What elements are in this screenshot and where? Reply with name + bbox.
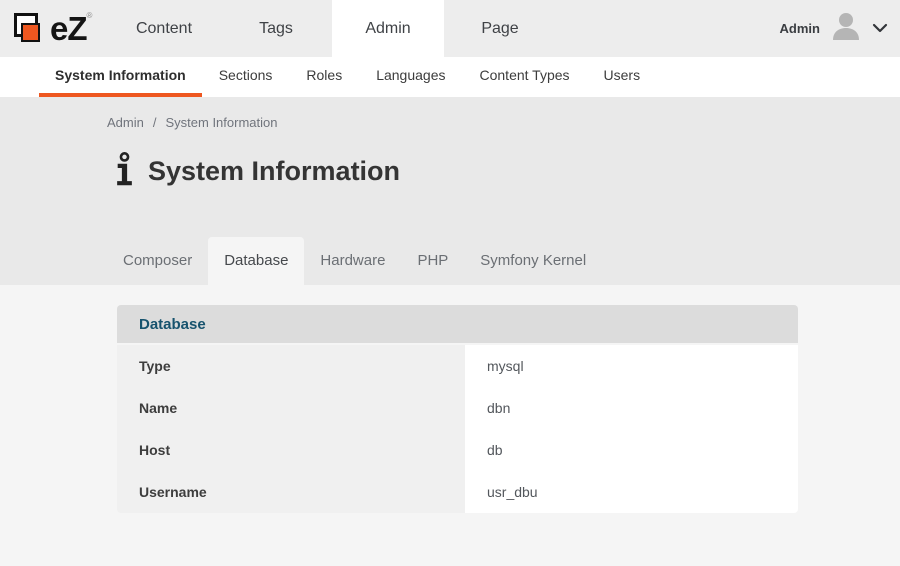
row-value-name: dbn xyxy=(465,387,798,429)
info-icon xyxy=(114,150,135,193)
page-title-row: System Information xyxy=(0,130,900,193)
row-label-host: Host xyxy=(117,429,465,471)
top-nav-item-page[interactable]: Page xyxy=(444,0,556,57)
tabs: Composer Database Hardware PHP Symfony K… xyxy=(0,237,602,285)
secondary-nav: System Information Sections Roles Langua… xyxy=(0,57,900,97)
row-label-username: Username xyxy=(117,471,465,513)
row-value-host: db xyxy=(465,429,798,471)
ez-logo[interactable]: eZ® xyxy=(0,0,108,57)
user-name: Admin xyxy=(780,21,820,36)
tab-hardware[interactable]: Hardware xyxy=(304,237,401,285)
secondary-nav-item-sections[interactable]: Sections xyxy=(202,57,290,97)
secondary-nav-item-roles[interactable]: Roles xyxy=(289,57,359,97)
tab-php[interactable]: PHP xyxy=(401,237,464,285)
ez-logo-icon xyxy=(14,12,44,46)
content-panel: Database Type mysql Name dbn Host db Use… xyxy=(0,305,900,566)
database-info-table: Database Type mysql Name dbn Host db Use… xyxy=(117,305,798,513)
secondary-nav-item-languages[interactable]: Languages xyxy=(359,57,462,97)
secondary-nav-item-users[interactable]: Users xyxy=(587,57,658,97)
row-label-name: Name xyxy=(117,387,465,429)
breadcrumb-item-admin[interactable]: Admin xyxy=(107,115,144,130)
user-menu[interactable]: Admin xyxy=(780,0,900,57)
secondary-nav-item-content-types[interactable]: Content Types xyxy=(463,57,587,97)
top-header: eZ® Content Tags Admin Page Admin xyxy=(0,0,900,57)
tab-symfony-kernel[interactable]: Symfony Kernel xyxy=(464,237,602,285)
row-value-username: usr_dbu xyxy=(465,471,798,513)
chevron-down-icon xyxy=(872,20,888,38)
tab-composer[interactable]: Composer xyxy=(107,237,208,285)
table-row: Type mysql xyxy=(117,345,798,387)
secondary-nav-item-system-information[interactable]: System Information xyxy=(39,57,202,97)
page-title: System Information xyxy=(148,156,400,187)
top-nav-item-tags[interactable]: Tags xyxy=(220,0,332,57)
table-row: Name dbn xyxy=(117,387,798,429)
table-header: Database xyxy=(117,305,798,343)
ez-logo-text: eZ® xyxy=(50,12,91,45)
registered-mark: ® xyxy=(87,11,92,20)
tab-database[interactable]: Database xyxy=(208,237,304,285)
top-nav: Content Tags Admin Page xyxy=(108,0,556,57)
table-row: Username usr_dbu xyxy=(117,471,798,513)
row-label-type: Type xyxy=(117,345,465,387)
top-nav-item-content[interactable]: Content xyxy=(108,0,220,57)
page-header-band: Admin / System Information System Inform… xyxy=(0,97,900,285)
table-row: Host db xyxy=(117,429,798,471)
user-avatar-icon xyxy=(829,9,863,48)
top-nav-item-admin[interactable]: Admin xyxy=(332,0,444,57)
table-body: Type mysql Name dbn Host db Username usr… xyxy=(117,345,798,513)
breadcrumb-separator: / xyxy=(153,115,157,130)
breadcrumb: Admin / System Information xyxy=(0,97,900,130)
breadcrumb-item-system-information: System Information xyxy=(165,115,277,130)
row-value-type: mysql xyxy=(465,345,798,387)
